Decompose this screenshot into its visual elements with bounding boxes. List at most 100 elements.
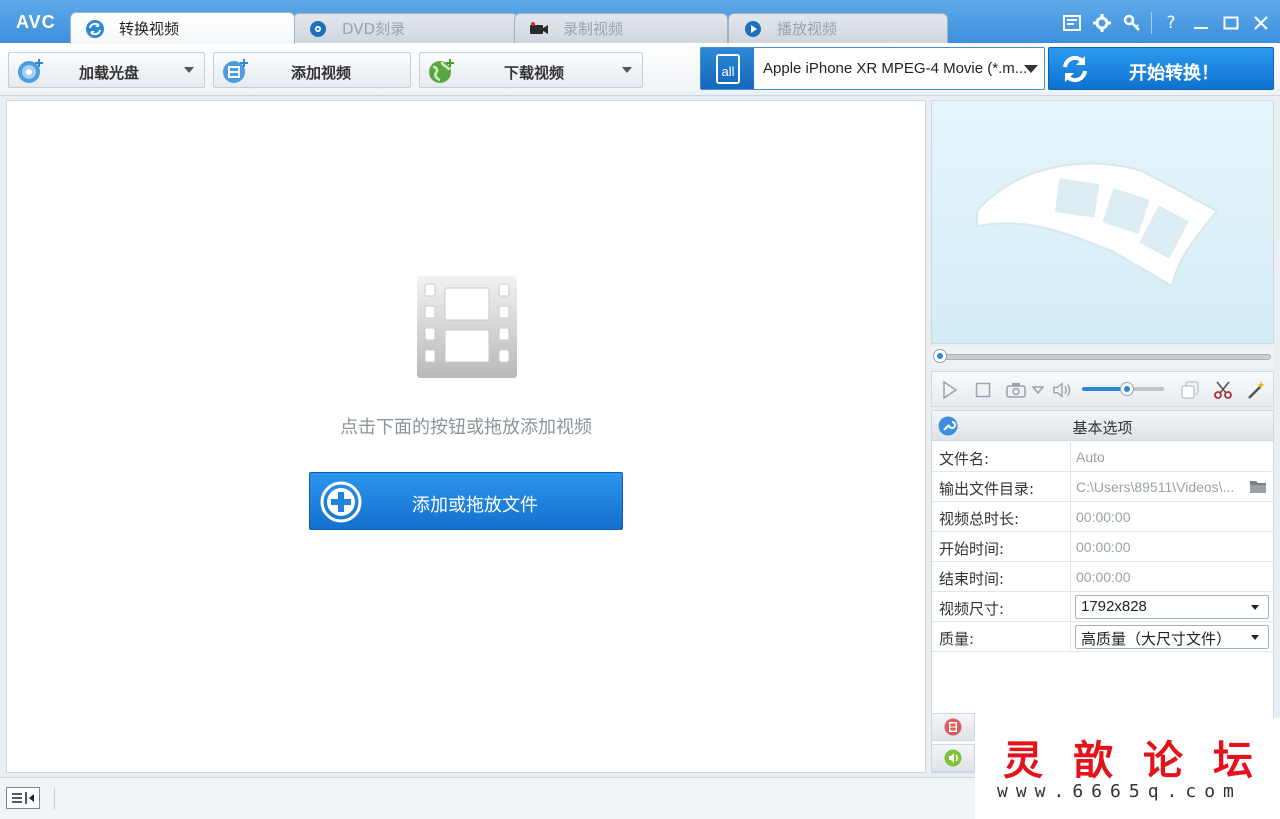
folder-icon[interactable] <box>1249 479 1267 494</box>
quality-select[interactable]: 高质量（大尺寸文件） <box>1075 625 1269 649</box>
play-icon[interactable] <box>940 380 960 400</box>
divider <box>1070 442 1071 472</box>
option-label: 视频总时长: <box>939 510 1020 528</box>
duration-value: 00:00:00 <box>1076 509 1131 525</box>
download-video-label: 下载视频 <box>504 64 565 82</box>
start-time-field[interactable]: 00:00:00 <box>1076 539 1131 555</box>
magic-wand-icon[interactable] <box>1246 380 1266 400</box>
player-controls <box>931 371 1274 407</box>
load-disc-button[interactable]: 加载光盘 <box>8 52 205 88</box>
option-row-video-size: 视频尺寸: 1792x828 <box>932 592 1273 622</box>
option-label: 质量: <box>939 630 975 648</box>
add-video-label: 添加视频 <box>291 64 352 82</box>
tab-play-video[interactable]: 播放视频 <box>728 13 948 43</box>
play-icon <box>743 19 763 39</box>
chevron-down-icon <box>1251 635 1259 640</box>
scissors-icon[interactable] <box>1213 380 1233 400</box>
add-files-label: 添加或拖放文件 <box>412 495 538 516</box>
seek-track[interactable] <box>939 354 1271 360</box>
forum-watermark: 灵歆论坛 www.6665q.com <box>975 718 1280 819</box>
tab-record-video[interactable]: 录制视频 <box>514 13 728 43</box>
option-label: 输出文件目录: <box>939 480 1035 498</box>
tab-label: 录制视频 <box>563 20 624 38</box>
output-dir-field[interactable]: C:\Users\89511\Videos\... <box>1076 479 1234 495</box>
app-logo: AVC <box>16 12 56 32</box>
toggle-panel-button[interactable] <box>6 787 40 809</box>
divider <box>1070 622 1071 652</box>
drop-hint-text: 点击下面的按钮或拖放添加视频 <box>340 417 592 438</box>
maximize-icon[interactable] <box>1220 12 1242 34</box>
watermark-title: 灵歆论坛 <box>1003 737 1280 784</box>
video-options-tab[interactable] <box>931 713 975 741</box>
minimize-icon[interactable] <box>1190 12 1212 34</box>
divider <box>1070 562 1071 592</box>
chevron-down-icon[interactable] <box>1028 380 1048 400</box>
close-icon[interactable] <box>1250 12 1272 34</box>
option-row-filename: 文件名: Auto <box>932 442 1273 472</box>
gear-icon[interactable] <box>1091 12 1113 34</box>
title-bar: AVC 转换视频 DVD刻录 录制视频 播放视频 ? <box>0 0 1280 44</box>
svg-text:all: all <box>721 64 734 79</box>
option-label: 结束时间: <box>939 570 1005 588</box>
copy-window-icon[interactable] <box>1180 380 1200 400</box>
tab-label: 播放视频 <box>777 20 838 38</box>
separator <box>1151 12 1152 34</box>
download-video-button[interactable]: 下载视频 <box>419 52 643 88</box>
end-time-field[interactable]: 00:00:00 <box>1076 569 1131 585</box>
add-video-button[interactable]: 添加视频 <box>213 52 411 88</box>
refresh-icon <box>85 19 105 39</box>
film-strip-icon <box>415 276 519 378</box>
seek-handle[interactable] <box>933 349 947 363</box>
add-files-button[interactable]: 添加或拖放文件 <box>309 472 623 530</box>
option-row-output-dir: 输出文件目录: C:\Users\89511\Videos\... <box>932 472 1273 502</box>
video-preview <box>931 100 1274 344</box>
load-disc-label: 加载光盘 <box>79 64 140 82</box>
audio-options-tab[interactable] <box>931 744 975 772</box>
window-controls: ? <box>1061 10 1272 36</box>
film-options-icon <box>944 718 962 736</box>
stop-icon[interactable] <box>973 380 993 400</box>
basic-options-title: 基本选项 <box>1072 419 1133 437</box>
volume-icon[interactable] <box>1052 380 1072 400</box>
option-row-end-time: 结束时间: 00:00:00 <box>932 562 1273 592</box>
volume-handle[interactable] <box>1120 382 1135 396</box>
key-icon[interactable] <box>1121 12 1143 34</box>
list-icon[interactable] <box>1061 12 1083 34</box>
divider <box>1070 472 1071 502</box>
basic-options-header[interactable]: 基本选项 <box>932 411 1273 441</box>
file-drop-area[interactable]: 点击下面的按钮或拖放添加视频 添加或拖放文件 <box>6 100 926 773</box>
start-convert-label: 开始转换！ <box>1129 63 1219 84</box>
video-size-value: 1792x828 <box>1081 598 1147 615</box>
option-row-start-time: 开始时间: 00:00:00 <box>932 532 1273 562</box>
output-profile-select[interactable]: all Apple iPhone XR MPEG-4 Movie (*.m... <box>700 47 1045 90</box>
option-row-quality: 质量: 高质量（大尺寸文件） <box>932 622 1273 652</box>
audio-options-icon <box>944 749 962 767</box>
divider <box>1070 532 1071 562</box>
tab-dvd-burn[interactable]: DVD刻录 <box>293 13 518 43</box>
disc-add-icon <box>17 58 45 84</box>
disc-icon <box>308 19 328 39</box>
tab-convert-video[interactable]: 转换视频 <box>70 12 295 44</box>
camera-icon <box>529 19 549 39</box>
separator <box>54 788 55 810</box>
volume-slider[interactable] <box>1082 382 1164 396</box>
snapshot-icon[interactable] <box>1006 380 1026 400</box>
option-label: 开始时间: <box>939 540 1005 558</box>
profile-value: Apple iPhone XR MPEG-4 Movie (*.m... <box>763 60 1028 77</box>
start-convert-button[interactable]: 开始转换！ <box>1048 47 1274 90</box>
seek-bar[interactable] <box>931 346 1274 368</box>
tab-label: 转换视频 <box>119 20 180 38</box>
help-icon[interactable]: ? <box>1160 12 1182 34</box>
option-label: 文件名: <box>939 450 990 468</box>
option-label: 视频尺寸: <box>939 600 1005 618</box>
video-size-select[interactable]: 1792x828 <box>1075 595 1269 619</box>
film-add-icon <box>222 58 250 84</box>
device-all-icon: all <box>701 48 754 89</box>
filename-field[interactable]: Auto <box>1076 449 1105 465</box>
divider <box>1070 592 1071 622</box>
chevron-down-icon[interactable] <box>1024 65 1038 73</box>
tab-label: DVD刻录 <box>342 20 406 38</box>
chevron-down-icon[interactable] <box>184 67 194 73</box>
convert-icon <box>1059 54 1091 84</box>
chevron-down-icon[interactable] <box>622 67 632 73</box>
